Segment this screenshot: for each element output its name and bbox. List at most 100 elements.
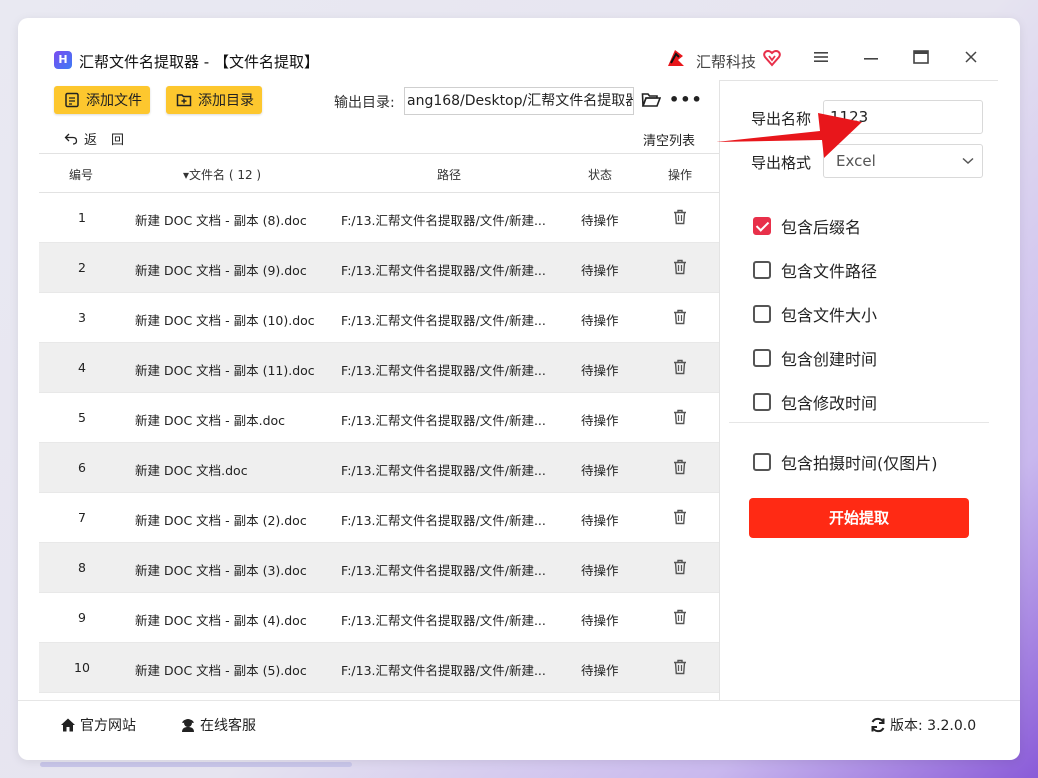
option-checkbox-row[interactable]: 包含拍摄时间(仅图片) — [753, 450, 938, 474]
table-header: 编号 ▾文件名 ( 12 ) 路径 状态 操作 — [39, 153, 719, 193]
more-options-icon[interactable]: ••• — [669, 90, 703, 109]
open-folder-icon[interactable] — [641, 91, 661, 109]
brand-name: 汇帮科技 — [696, 53, 757, 71]
delete-icon[interactable] — [673, 659, 687, 678]
checkbox[interactable] — [753, 393, 771, 411]
export-format-select[interactable]: Excel — [823, 144, 983, 178]
table-row[interactable]: 10 新建 DOC 文档 - 副本 (5).doc F:/13.汇帮文件名提取器/文… — [39, 643, 719, 693]
checkbox[interactable] — [753, 349, 771, 367]
row-status: 待操作 — [581, 663, 619, 678]
maximize-icon[interactable] — [910, 48, 932, 70]
table-row[interactable]: 6 新建 DOC 文档.doc F:/13.汇帮文件名提取器/文件/新建... 待操作 — [39, 443, 719, 493]
row-number: 10 — [74, 660, 90, 675]
row-path: F:/13.汇帮文件名提取器/文件/新建... — [341, 463, 546, 478]
row-number: 5 — [78, 410, 86, 425]
row-path: F:/13.汇帮文件名提取器/文件/新建... — [341, 313, 546, 328]
version-info[interactable]: 版本: 3.2.0.0 — [870, 715, 976, 735]
row-number: 3 — [78, 310, 86, 325]
refresh-icon — [871, 717, 885, 733]
delete-icon[interactable] — [673, 609, 687, 628]
add-file-icon — [65, 92, 79, 108]
background-bar — [40, 762, 352, 767]
row-number: 9 — [78, 610, 86, 625]
delete-icon[interactable] — [673, 209, 687, 228]
header-filename[interactable]: ▾文件名 ( 12 ) — [183, 166, 261, 183]
table-row[interactable]: 2 新建 DOC 文档 - 副本 (9).doc F:/13.汇帮文件名提取器/文件… — [39, 243, 719, 293]
option-checkbox-row[interactable]: 包含文件大小 — [753, 302, 877, 326]
option-checkbox-row[interactable]: 包含创建时间 — [753, 346, 877, 370]
option-checkbox-row[interactable]: 包含后缀名 — [753, 214, 861, 238]
row-number: 2 — [78, 260, 86, 275]
option-checkbox-row[interactable]: 包含修改时间 — [753, 390, 877, 414]
header-path: 路径 — [437, 168, 462, 182]
options-divider — [729, 422, 989, 423]
delete-icon[interactable] — [673, 509, 687, 528]
title-bar: H 汇帮文件名提取器 - 【文件名提取】 汇帮科技 — [18, 18, 1020, 80]
checkbox[interactable] — [753, 453, 771, 471]
online-support-link[interactable]: 在线客服 — [180, 715, 256, 735]
row-filename: 新建 DOC 文档 - 副本 (4).doc — [135, 613, 307, 628]
row-status: 待操作 — [581, 413, 619, 428]
vip-heart-icon[interactable] — [763, 49, 781, 67]
add-directory-button[interactable]: 添加目录 — [166, 86, 262, 114]
row-status: 待操作 — [581, 313, 619, 328]
add-file-label: 添加文件 — [86, 93, 142, 109]
delete-icon[interactable] — [673, 409, 687, 428]
row-filename: 新建 DOC 文档 - 副本 (11).doc — [135, 363, 315, 378]
header-operation: 操作 — [668, 168, 693, 182]
app-window: H 汇帮文件名提取器 - 【文件名提取】 汇帮科技 添加文件 添加目录 输出目录… — [18, 18, 1020, 760]
table-row[interactable]: 8 新建 DOC 文档 - 副本 (3).doc F:/13.汇帮文件名提取器/文件… — [39, 543, 719, 593]
row-number: 4 — [78, 360, 86, 375]
delete-icon[interactable] — [673, 259, 687, 278]
add-file-button[interactable]: 添加文件 — [54, 86, 150, 114]
row-filename: 新建 DOC 文档 - 副本 (9).doc — [135, 263, 307, 278]
delete-icon[interactable] — [673, 459, 687, 478]
table-row[interactable]: 5 新建 DOC 文档 - 副本.doc F:/13.汇帮文件名提取器/文件/新建.… — [39, 393, 719, 443]
window-title: 汇帮文件名提取器 - 【文件名提取】 — [79, 53, 319, 71]
table-row[interactable]: 4 新建 DOC 文档 - 副本 (11).doc F:/13.汇帮文件名提取器/文… — [39, 343, 719, 393]
row-number: 6 — [78, 460, 86, 475]
back-arrow-icon — [64, 133, 78, 145]
start-extract-button[interactable]: 开始提取 — [749, 498, 969, 538]
back-button[interactable]: 返回 — [64, 129, 138, 148]
table-row[interactable]: 3 新建 DOC 文档 - 副本 (10).doc F:/13.汇帮文件名提取器/文… — [39, 293, 719, 343]
row-filename: 新建 DOC 文档 - 副本 (8).doc — [135, 213, 307, 228]
app-logo-icon: H — [54, 51, 72, 69]
output-dir-label: 输出目录: — [334, 95, 395, 111]
export-name-input[interactable]: 1123 — [823, 100, 983, 134]
version-label: 版本: 3.2.0.0 — [890, 718, 977, 734]
brand-logo-icon — [668, 50, 684, 66]
checkbox[interactable] — [753, 217, 771, 235]
row-path: F:/13.汇帮文件名提取器/文件/新建... — [341, 563, 546, 578]
table-row[interactable]: 7 新建 DOC 文档 - 副本 (2).doc F:/13.汇帮文件名提取器/文件… — [39, 493, 719, 543]
table-row[interactable]: 1 新建 DOC 文档 - 副本 (8).doc F:/13.汇帮文件名提取器/文件… — [39, 193, 719, 243]
delete-icon[interactable] — [673, 559, 687, 578]
menu-icon[interactable] — [810, 48, 832, 70]
option-checkbox-row[interactable]: 包含文件路径 — [753, 258, 877, 282]
row-filename: 新建 DOC 文档 - 副本 (2).doc — [135, 513, 307, 528]
option-label: 包含文件路径 — [781, 262, 878, 281]
export-format-label: 导出格式 — [751, 154, 812, 172]
option-label: 包含拍摄时间(仅图片) — [781, 454, 938, 473]
minimize-icon[interactable] — [860, 48, 882, 70]
delete-icon[interactable] — [673, 359, 687, 378]
row-path: F:/13.汇帮文件名提取器/文件/新建... — [341, 213, 546, 228]
close-icon[interactable] — [960, 48, 982, 70]
row-status: 待操作 — [581, 463, 619, 478]
clear-list-button[interactable]: 清空列表 — [643, 130, 695, 149]
delete-icon[interactable] — [673, 309, 687, 328]
add-directory-label: 添加目录 — [198, 93, 254, 109]
row-status: 待操作 — [581, 513, 619, 528]
header-num: 编号 — [69, 168, 94, 182]
table-body: 1 新建 DOC 文档 - 副本 (8).doc F:/13.汇帮文件名提取器/文件… — [39, 193, 719, 693]
output-dir-input[interactable]: ang168/Desktop/汇帮文件名提取器 — [404, 87, 634, 115]
row-status: 待操作 — [581, 613, 619, 628]
table-row[interactable]: 9 新建 DOC 文档 - 副本 (4).doc F:/13.汇帮文件名提取器/文件… — [39, 593, 719, 643]
official-website-link[interactable]: 官方网站 — [60, 715, 136, 735]
row-status: 待操作 — [581, 363, 619, 378]
option-label: 包含创建时间 — [781, 350, 878, 369]
row-path: F:/13.汇帮文件名提取器/文件/新建... — [341, 513, 546, 528]
checkbox[interactable] — [753, 305, 771, 323]
checkbox[interactable] — [753, 261, 771, 279]
home-icon — [61, 718, 75, 732]
